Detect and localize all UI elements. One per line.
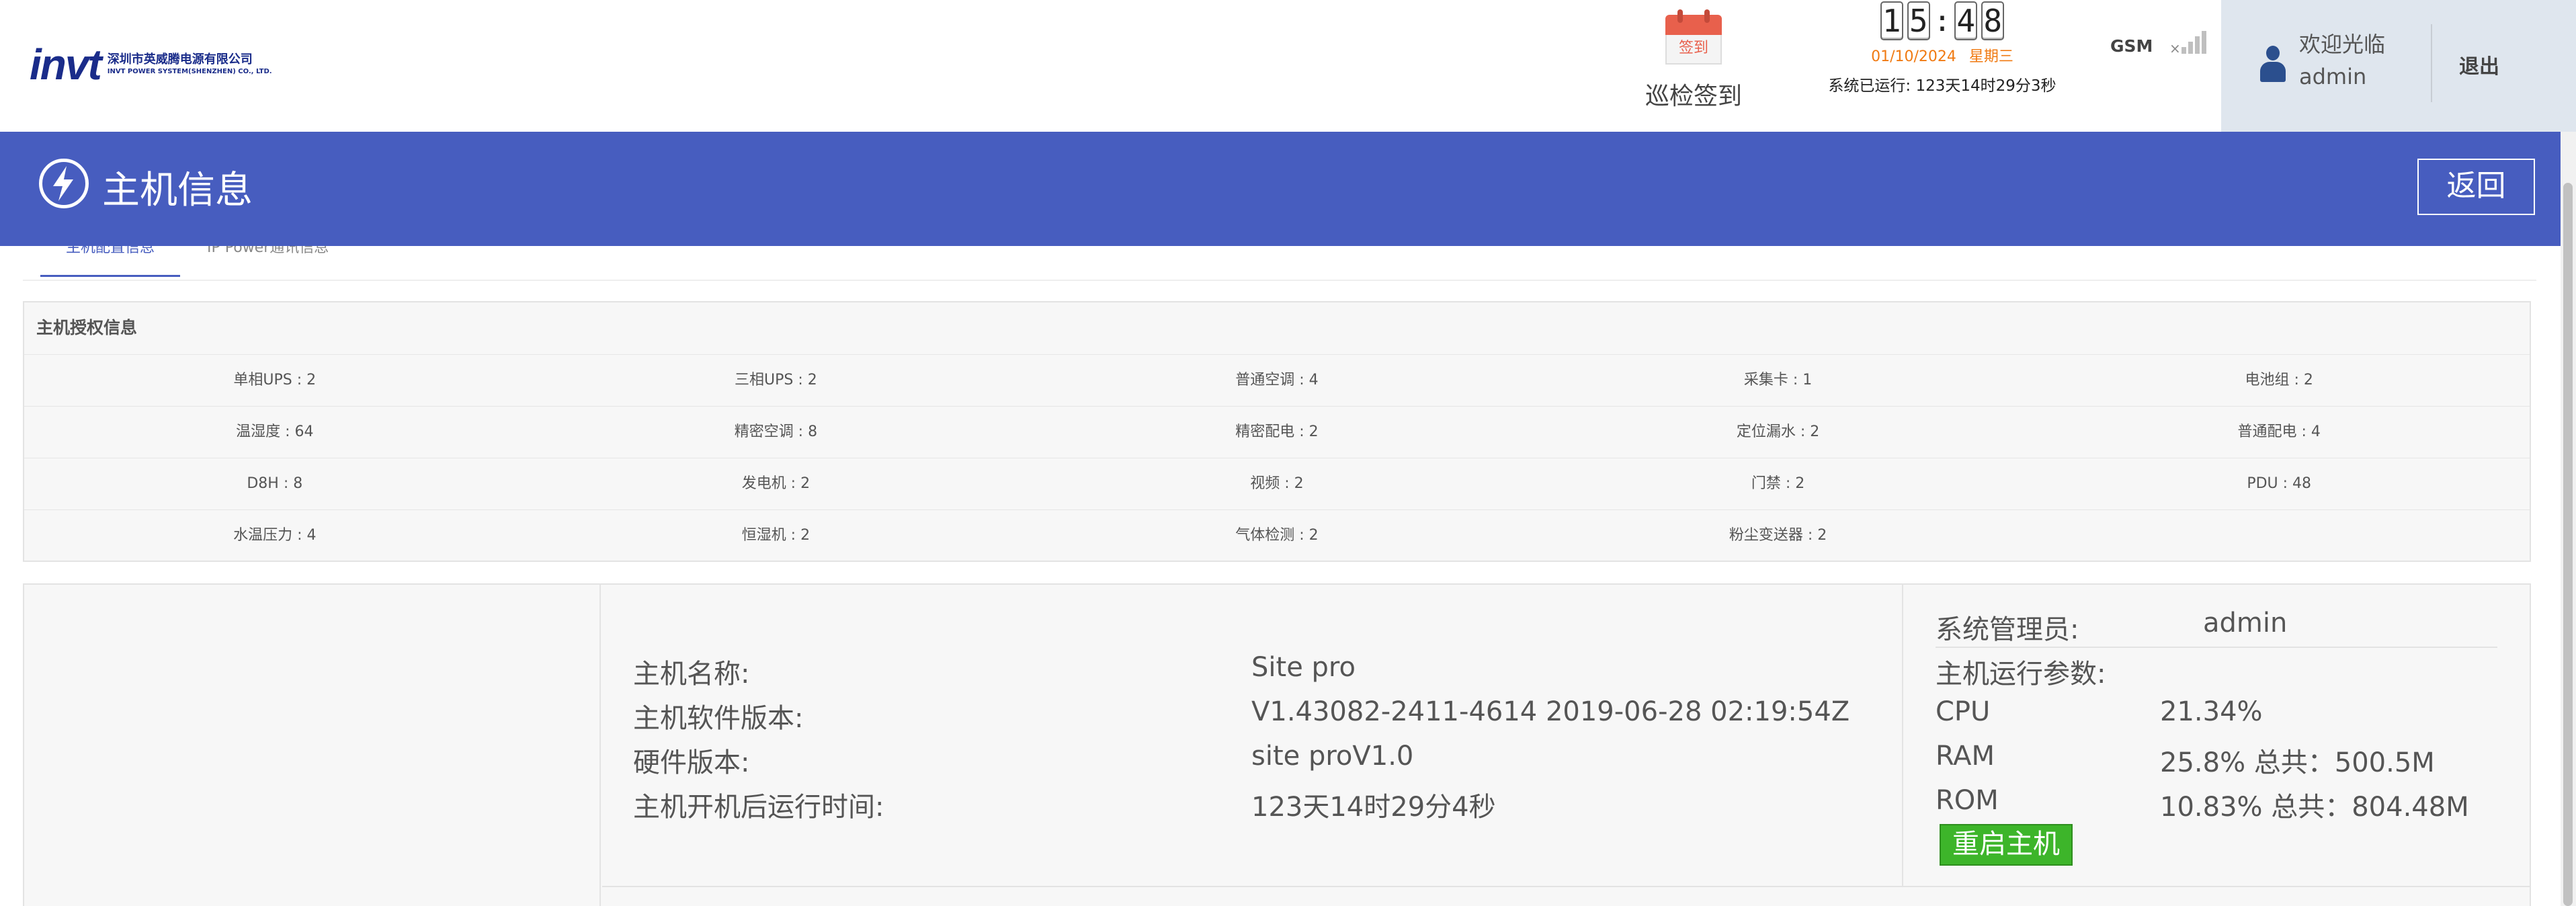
user-divider [2431,24,2432,102]
clock-widget: 1 5 : 4 8 01/10/2024 星期三 系统已运行: 123天14时2… [1827,0,2058,95]
clock-digit-hour-ones: 5 [1907,1,1930,40]
logo-company-en: INVT POWER SYSTEM(SHENZHEN) CO., LTD. [107,68,272,75]
auth-cell: 视频 : 2 [1250,475,1304,492]
auth-cell: 恒湿机 : 2 [741,527,811,544]
lightning-icon [39,159,89,208]
admin-divider [1936,647,2497,648]
rom-label: ROM [1936,785,1999,816]
signal-disconnected-mark: × [2169,40,2181,56]
title-bar [0,132,2561,246]
signin-badge: 签到 [1665,35,1722,65]
host-details: 主机名称: Site pro 主机软件版本: V1.43082-2411-461… [602,585,1903,886]
welcome-block: 欢迎光临 admin [2299,28,2385,93]
ram-value: 25.8% 总共：500.5M [2160,747,2435,778]
hardware-version-value: site proV1.0 [1251,741,1414,772]
hardware-version-label: 硬件版本: [633,747,750,778]
clock-digit-minute-ones: 8 [1981,1,2005,40]
auth-cell: 门禁 : 2 [1751,475,1805,492]
software-version-label: 主机软件版本: [633,703,804,734]
calendar-icon: 签到 [1665,9,1722,65]
patrol-signin-button[interactable]: 签到 巡检签到 [1640,9,1747,112]
auth-cell: 三相UPS : 2 [735,372,817,388]
software-version-value: V1.43082-2411-4614 2019-06-28 02:19:54Z [1251,696,1850,727]
user-icon [2257,46,2288,83]
auth-row: D8H : 8 发电机 : 2 视频 : 2 门禁 : 2 PDU : 48 [24,458,2530,510]
cpu-value: 21.34% [2160,696,2263,727]
company-logo[interactable]: invt 深圳市英威腾电源有限公司 INVT POWER SYSTEM(SHEN… [30,40,272,89]
cpu-label: CPU [1936,696,1991,727]
auth-cell: 普通配电 : 4 [2237,423,2321,440]
auth-cell: 温湿度 : 64 [236,423,314,440]
auth-cell: D8H : 8 [247,475,303,492]
auth-cell [2028,510,2530,562]
run-time-value: 123天14时29分4秒 [1251,792,1496,823]
logout-button[interactable]: 退出 [2459,50,2499,79]
auth-row: 水温压力 : 4 恒湿机 : 2 气体检测 : 2 粉尘变送器 : 2 [24,510,2530,562]
top-header: invt 深圳市英威腾电源有限公司 INVT POWER SYSTEM(SHEN… [0,0,2576,132]
auth-cell: 定位漏水 : 2 [1736,423,1820,440]
host-info-panel: 主机名称: Site pro 主机软件版本: V1.43082-2411-461… [23,583,2531,906]
back-button[interactable]: 返回 [2417,159,2535,215]
clock-digit-hour-tens: 1 [1880,1,1903,40]
logo-mark: invt [30,40,102,89]
auth-row: 温湿度 : 64 精密空调 : 8 精密配电 : 2 定位漏水 : 2 普通配电… [24,407,2530,458]
host-name-value: Site pro [1251,652,1356,683]
date-value: 01/10/2024 [1871,48,1956,65]
welcome-text: 欢迎光临 [2299,32,2386,57]
username: admin [2299,64,2367,89]
scrollbar-thumb[interactable] [2563,183,2573,906]
clock-digit-minute-tens: 4 [1954,1,1978,40]
auth-heading: 主机授权信息 [24,302,2530,355]
system-uptime: 系统已运行: 123天14时29分3秒 [1828,77,2056,95]
weekday-value: 星期三 [1968,48,2013,65]
reboot-host-button[interactable]: 重启主机 [1940,824,2073,866]
auth-cell: 单相UPS : 2 [233,372,317,388]
user-panel: 欢迎光临 admin 退出 [2221,0,2576,132]
page-title: 主机信息 [102,169,253,212]
signal-bars-icon: × [2169,26,2210,59]
auth-cell: 精密空调 : 8 [734,423,818,440]
admin-value: admin [2203,608,2288,639]
run-params-label: 主机运行参数: [1936,659,2106,690]
clock-digits: 1 5 : 4 8 [1827,1,2058,40]
host-image-area [24,585,601,906]
ip-address-row [602,886,2531,906]
clock-colon: : [1933,3,1952,38]
auth-cell: 发电机 : 2 [741,475,811,492]
auth-cell: 电池组 : 2 [2245,372,2313,388]
host-name-label: 主机名称: [633,659,750,690]
auth-cell: 采集卡 : 1 [1743,372,1813,388]
auth-row: 单相UPS : 2 三相UPS : 2 普通空调 : 4 采集卡 : 1 电池组… [24,355,2530,407]
clock-date: 01/10/2024 星期三 [1827,44,2058,66]
signin-label: 巡检签到 [1645,83,1742,110]
auth-cell: 普通空调 : 4 [1235,372,1319,388]
rom-value: 10.83% 总共：804.48M [2160,792,2469,823]
page: invt 深圳市英威腾电源有限公司 INVT POWER SYSTEM(SHEN… [0,0,2576,906]
ram-label: RAM [1936,741,1995,772]
auth-cell: 水温压力 : 4 [233,527,317,544]
host-authorization-panel: 主机授权信息 单相UPS : 2 三相UPS : 2 普通空调 : 4 采集卡 … [23,301,2531,562]
gsm-label: GSM [2110,36,2153,56]
auth-cell: 精密配电 : 2 [1235,423,1319,440]
run-time-label: 主机开机后运行时间: [633,792,884,823]
admin-label: 系统管理员: [1936,614,2079,645]
logo-company-cn: 深圳市英威腾电源有限公司 [107,52,253,67]
auth-cell: 气体检测 : 2 [1235,527,1319,544]
auth-cell: PDU : 48 [2247,475,2312,492]
auth-cell: 粉尘变送器 : 2 [1729,527,1827,544]
logo-text: 深圳市英威腾电源有限公司 INVT POWER SYSTEM(SHENZHEN)… [108,52,272,77]
